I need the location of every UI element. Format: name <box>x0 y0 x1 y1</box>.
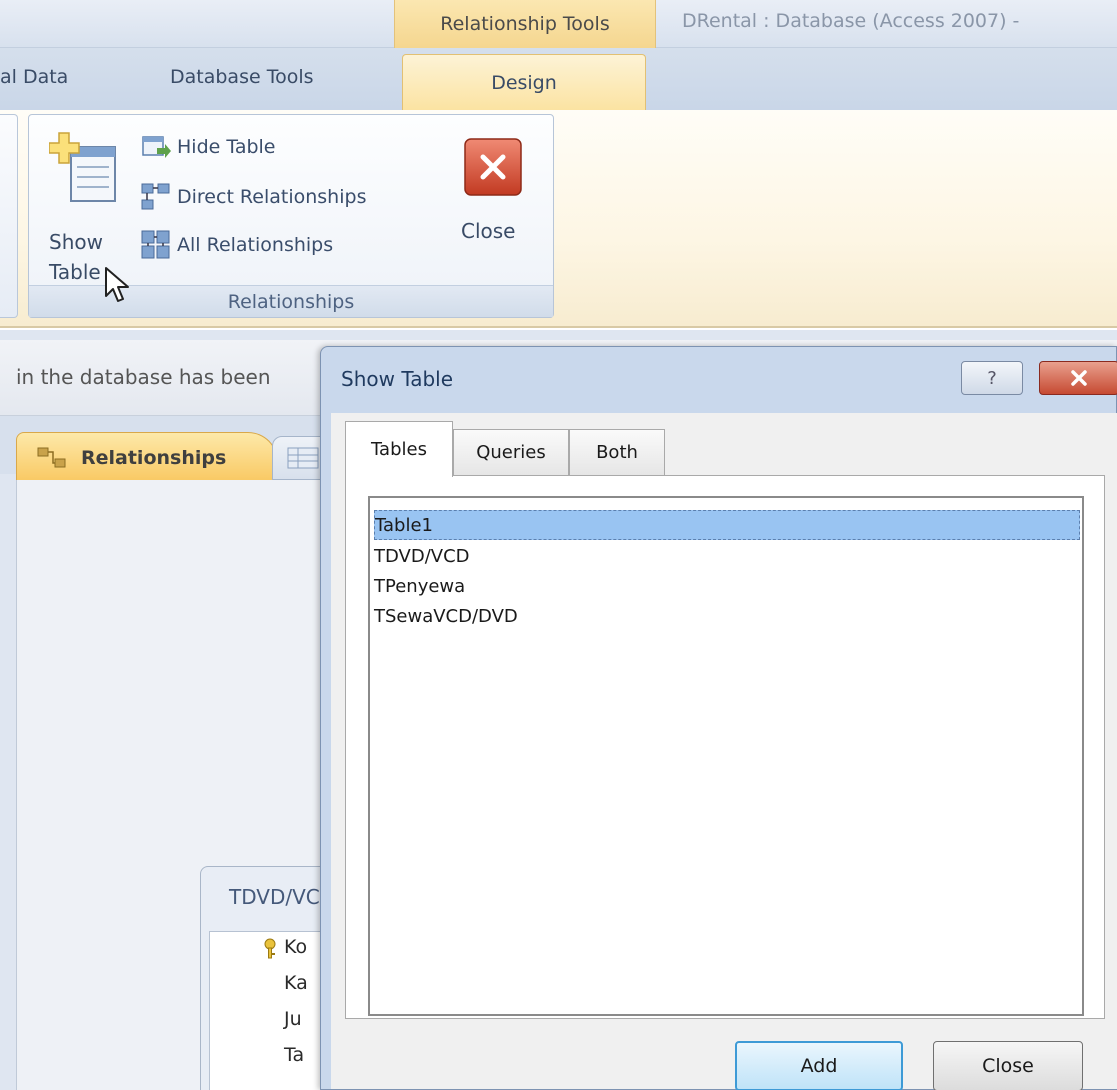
ribbon: Show Table Hide Table Direct Relationshi… <box>0 110 1117 328</box>
tab-external-data[interactable]: al Data <box>0 66 68 88</box>
tab-design[interactable]: Design <box>402 54 646 110</box>
close-button[interactable]: Close <box>933 1041 1083 1090</box>
tab-queries[interactable]: Queries <box>453 429 569 475</box>
tables-tab-pane: Table1 TDVD/VCD TPenyewa TSewaVCD/DVD <box>345 475 1105 1019</box>
show-table-label: Show Table <box>49 230 103 284</box>
direct-relationships-icon <box>141 183 170 210</box>
list-item[interactable]: TSewaVCD/DVD <box>374 602 1080 632</box>
show-table-icon <box>49 132 116 202</box>
list-item[interactable]: Table1 <box>374 510 1080 540</box>
all-relationships-icon <box>141 230 170 259</box>
show-table-button[interactable]: Show Table <box>43 131 125 284</box>
relationship-tools-context-label: Relationship Tools <box>394 0 656 48</box>
table-field[interactable]: Ko <box>284 936 307 958</box>
show-table-dialog: Show Table ? Tables Queries Both Table1 … <box>320 346 1117 1090</box>
close-label: Close <box>461 219 516 243</box>
mouse-cursor-icon <box>105 267 129 302</box>
table-list[interactable]: Table1 TDVD/VCD TPenyewa TSewaVCD/DVD <box>368 496 1084 1016</box>
dialog-body: Tables Queries Both Table1 TDVD/VCD TPen… <box>331 413 1117 1090</box>
hide-table-button[interactable]: Hide Table <box>141 127 276 167</box>
relationships-tab-label: Relationships <box>81 446 227 469</box>
window-title: DRental : Database (Access 2007) - <box>682 10 1020 32</box>
tab-relationships-document[interactable]: Relationships <box>16 432 278 482</box>
help-button[interactable]: ? <box>961 361 1023 395</box>
list-item[interactable]: TPenyewa <box>374 572 1080 602</box>
relationships-tab-icon <box>37 447 66 467</box>
message-bar-text: in the database has been <box>16 365 271 389</box>
table-field[interactable]: Ju <box>284 1008 302 1030</box>
add-button[interactable]: Add <box>735 1041 903 1090</box>
table-field[interactable]: Ka <box>284 972 308 994</box>
tab-tables[interactable]: Tables <box>345 421 453 477</box>
hide-table-icon <box>142 136 171 158</box>
list-item[interactable]: TDVD/VCD <box>374 542 1080 572</box>
primary-key-icon <box>264 938 276 959</box>
all-relationships-button[interactable]: All Relationships <box>141 225 333 265</box>
table-field[interactable]: Ta <box>284 1044 304 1066</box>
hide-table-label: Hide Table <box>177 136 276 158</box>
close-relationships-button[interactable]: Close <box>453 137 537 257</box>
help-icon: ? <box>987 367 997 389</box>
direct-relationships-label: Direct Relationships <box>177 186 367 208</box>
previous-ribbon-group <box>0 114 18 318</box>
all-relationships-label: All Relationships <box>177 234 334 256</box>
close-icon <box>464 138 522 196</box>
dialog-title: Show Table <box>341 367 454 391</box>
ribbon-tab-row: al Data Database Tools Design <box>0 48 1117 110</box>
dialog-close-x-button[interactable] <box>1039 361 1117 395</box>
tab-database-tools[interactable]: Database Tools <box>170 66 314 88</box>
close-x-icon <box>1071 370 1087 386</box>
direct-relationships-button[interactable]: Direct Relationships <box>141 177 366 217</box>
tab-both[interactable]: Both <box>569 429 665 475</box>
